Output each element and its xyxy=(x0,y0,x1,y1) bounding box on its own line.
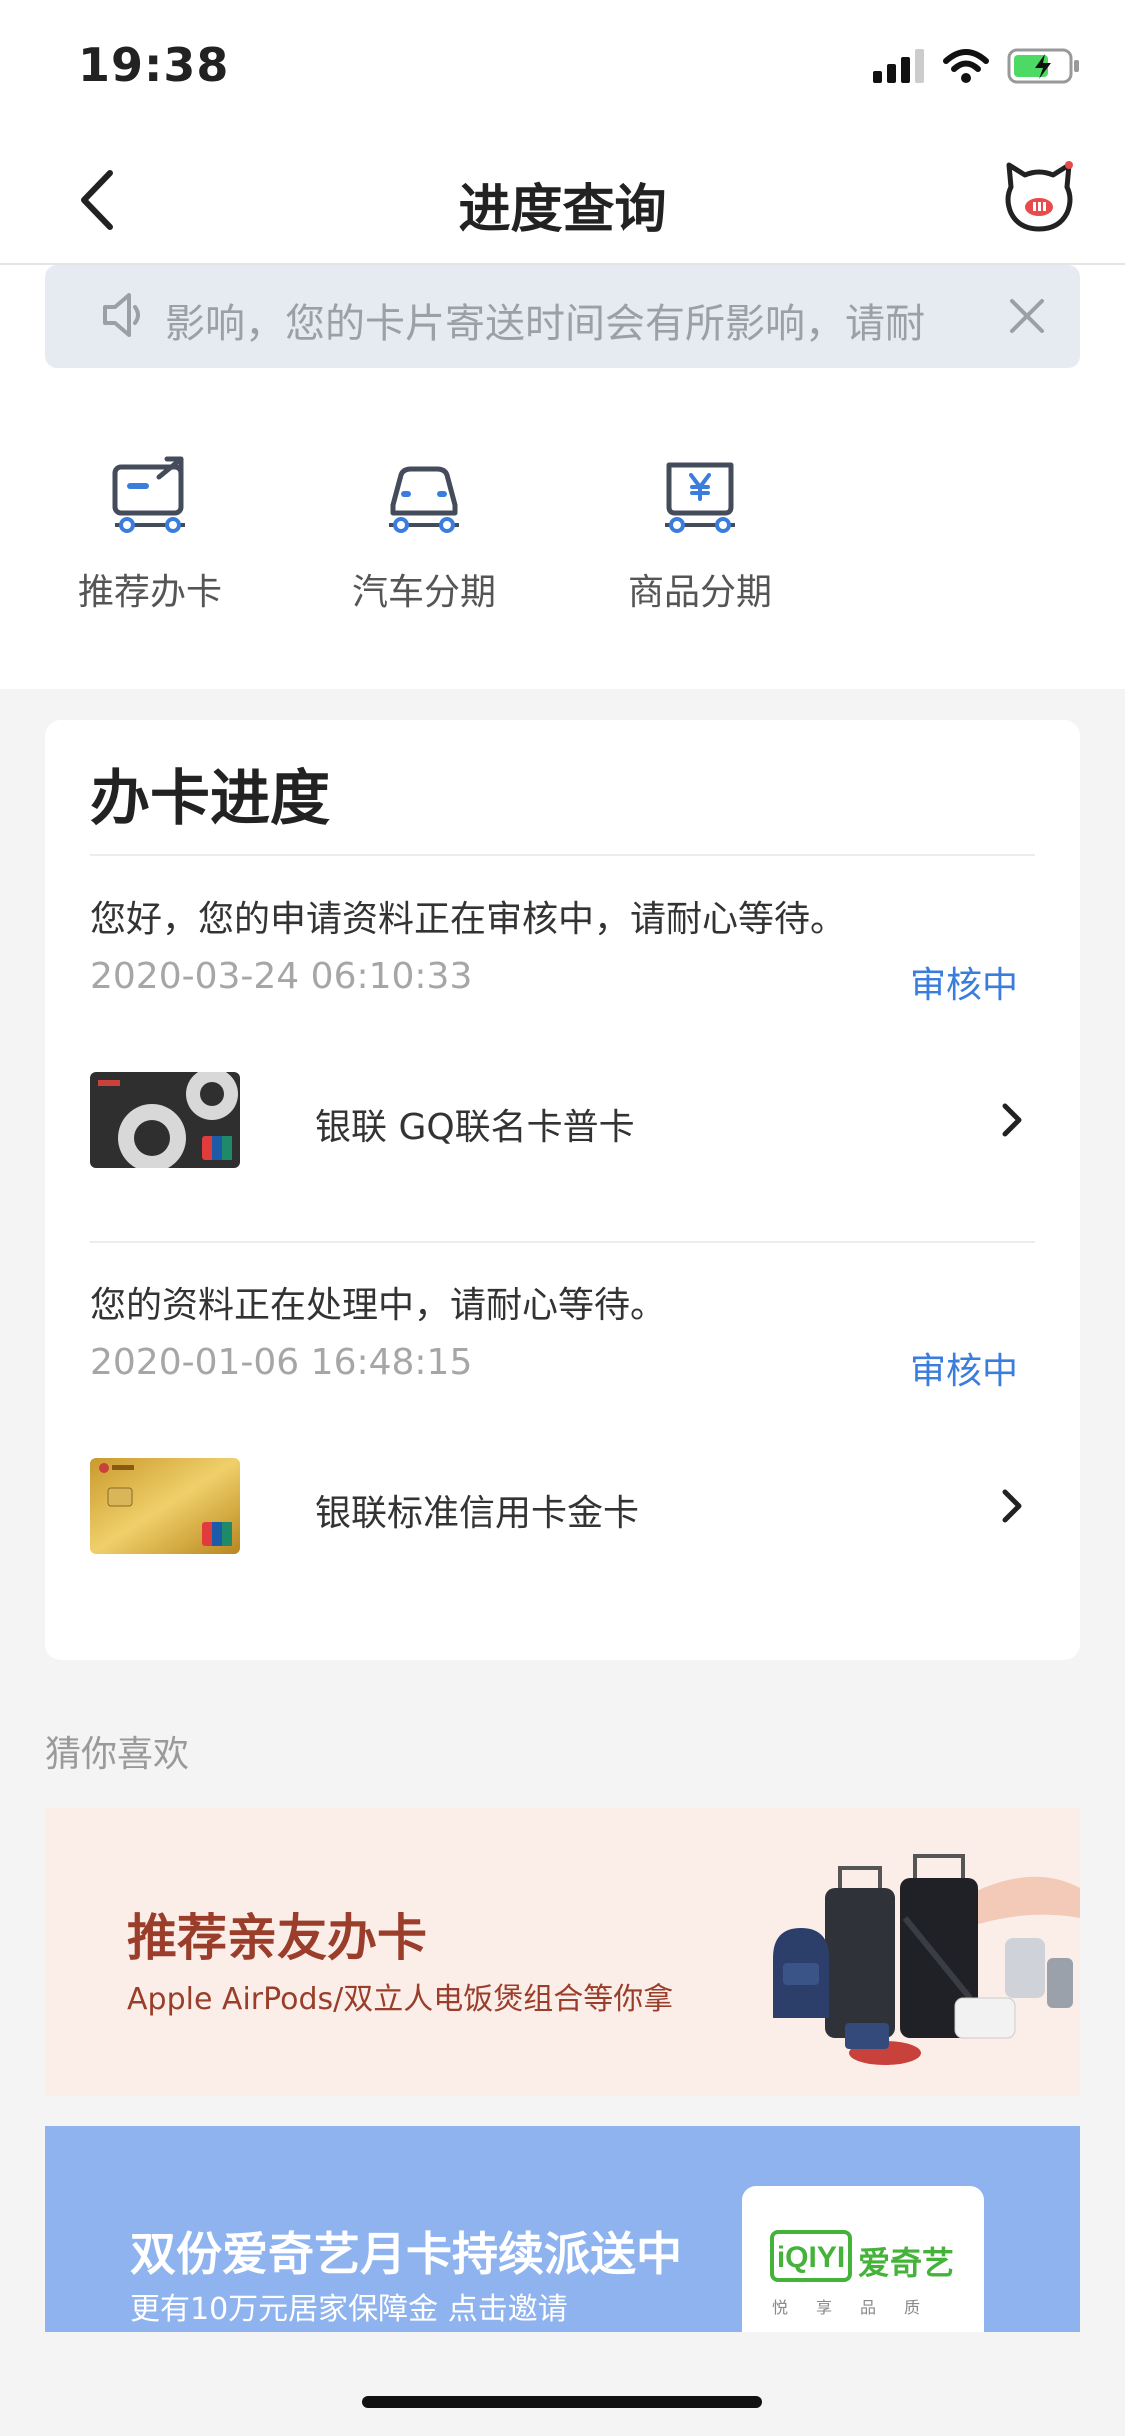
application-message: 您的资料正在处理中，请耐心等待。 xyxy=(90,1285,667,1326)
banner-subtitle: Apple AirPods/双立人电饭煲组合等你拿 xyxy=(127,1982,674,2017)
iqiyi-slogan: 悦享品质 xyxy=(772,2298,949,2317)
product-row[interactable]: 银联 GQ联名卡普卡 xyxy=(90,1072,1035,1168)
iqiyi-brand: 爱奇艺 xyxy=(858,2244,955,2282)
gift-products-illustration xyxy=(773,1854,1080,2065)
notice-bar[interactable]: 影响，您的卡片寄送时间会有所影响，请耐 xyxy=(45,265,1080,368)
product-name: 银联 GQ联名卡普卡 xyxy=(315,1107,635,1148)
banner-title: 双份爱奇艺月卡持续派送中 xyxy=(130,2227,682,2281)
banner-subtitle: 更有10万元居家保障金 点击邀请 xyxy=(130,2292,568,2327)
quick-action-product-loan[interactable]: 商品分期 xyxy=(600,455,800,615)
recommend-friend-banner[interactable]: 推荐亲友办卡 Apple AirPods/双立人电饭煲组合等你拿 xyxy=(45,1808,1080,2096)
navigation-bar: 进度查询 xyxy=(0,135,1125,265)
signal-icon xyxy=(873,49,924,83)
status-bar: 19:38 xyxy=(0,0,1125,135)
status-badge: 审核中 xyxy=(909,1351,1018,1392)
progress-card: 办卡进度 您好，您的申请资料正在审核中，请耐心等待。 2020-03-24 06… xyxy=(45,720,1080,1660)
divider xyxy=(90,854,1035,856)
quick-action-car-loan[interactable]: 汽车分期 xyxy=(324,455,524,615)
progress-title: 办卡进度 xyxy=(90,764,330,834)
divider xyxy=(90,1241,1035,1243)
quick-action-label: 汽车分期 xyxy=(351,572,496,613)
banner-title: 推荐亲友办卡 xyxy=(127,1908,427,1967)
speaker-icon xyxy=(103,293,140,337)
application-date: 2020-01-06 16:48:15 xyxy=(90,1342,473,1383)
iqiyi-card: iQIYI 爱奇艺 悦享品质 xyxy=(742,2186,984,2332)
application-date: 2020-03-24 06:10:33 xyxy=(90,956,473,997)
notice-text: 影响，您的卡片寄送时间会有所影响，请耐 xyxy=(165,301,925,347)
product-yen-icon xyxy=(665,462,735,533)
product-row[interactable]: 银联标准信用卡金卡 xyxy=(90,1458,1035,1554)
home-indicator xyxy=(362,2396,762,2408)
top-section: 影响，您的卡片寄送时间会有所影响，请耐 推荐办卡 汽车分期 商品分期 xyxy=(0,265,1125,689)
product-name: 银联标准信用卡金卡 xyxy=(315,1493,640,1534)
quick-action-label: 推荐办卡 xyxy=(77,572,222,613)
application-message: 您好，您的申请资料正在审核中，请耐心等待。 xyxy=(90,899,847,940)
page-title: 进度查询 xyxy=(458,180,667,240)
gq-card-image xyxy=(90,1072,240,1168)
card-share-icon xyxy=(112,456,185,533)
service-mascot-icon[interactable] xyxy=(1001,159,1077,235)
battery-icon xyxy=(1007,48,1079,84)
quick-action-label: 商品分期 xyxy=(627,572,772,613)
gold-card-image xyxy=(90,1458,240,1554)
status-badge: 审核中 xyxy=(909,965,1018,1006)
iqiyi-banner[interactable]: 双份爱奇艺月卡持续派送中 更有10万元居家保障金 点击邀请 iQIYI 爱奇艺 … xyxy=(45,2126,1080,2332)
chevron-right-icon xyxy=(1002,1489,1022,1523)
quick-action-recommend[interactable]: 推荐办卡 xyxy=(50,455,250,615)
close-icon[interactable] xyxy=(1002,291,1052,341)
car-icon xyxy=(389,466,459,533)
status-time: 19:38 xyxy=(78,38,230,92)
recommend-label: 猜你喜欢 xyxy=(45,1734,190,1775)
wifi-icon xyxy=(943,49,989,83)
iqiyi-logo-icon: iQIYI xyxy=(770,2230,852,2282)
status-icons xyxy=(873,48,1081,84)
svg-text:iQIYI: iQIYI xyxy=(777,2241,845,2274)
chevron-right-icon xyxy=(1002,1103,1022,1137)
